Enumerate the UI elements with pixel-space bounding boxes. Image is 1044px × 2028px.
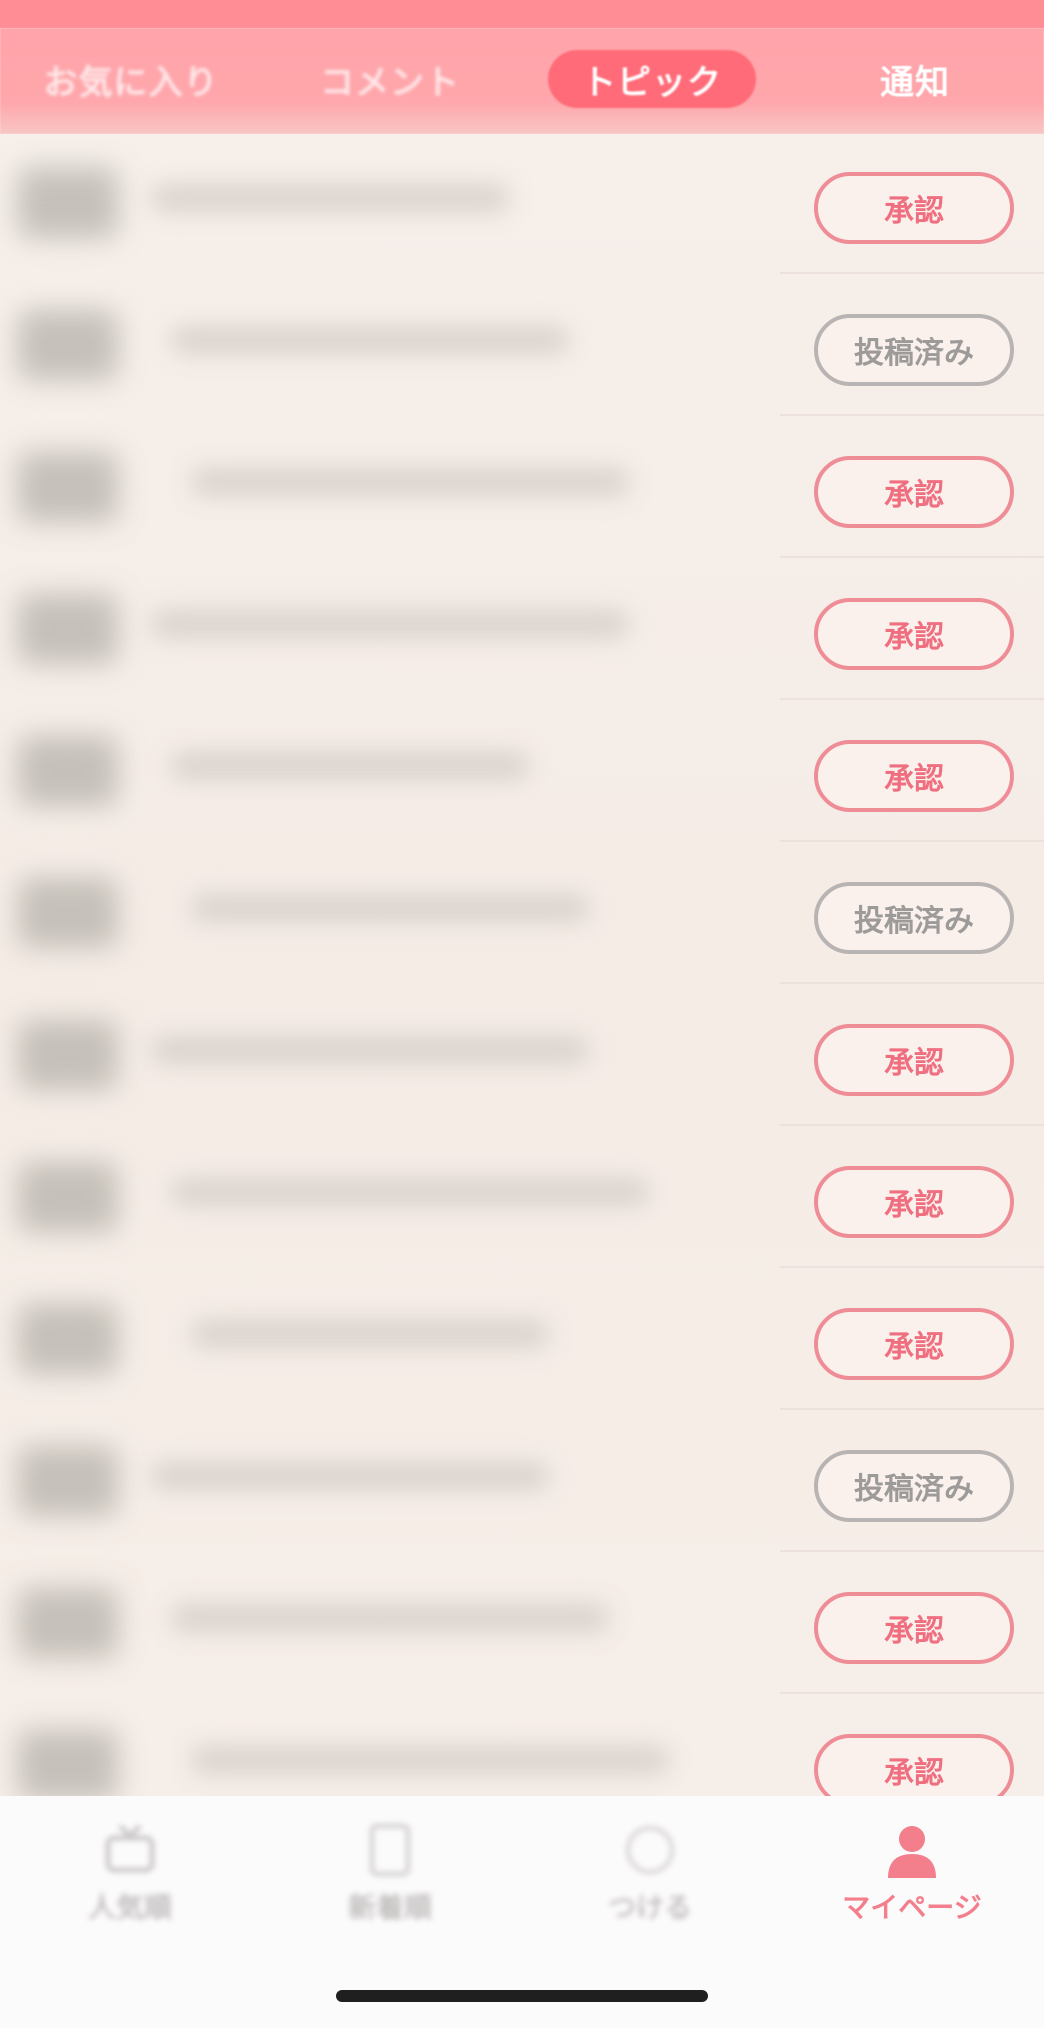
redacted-text — [170, 326, 570, 354]
redacted-text — [190, 468, 630, 496]
redacted-text — [170, 1604, 610, 1632]
redacted-text — [190, 1320, 550, 1348]
nav-new-label: 新着順 — [347, 1891, 432, 1924]
posted-button[interactable]: 投稿済み — [814, 1450, 1014, 1522]
approve-button[interactable]: 承認 — [814, 740, 1014, 812]
redacted-text — [150, 610, 630, 638]
approve-button[interactable]: 承認 — [814, 1024, 1014, 1096]
thumbnail-image — [18, 1446, 118, 1516]
list-item[interactable]: 承認 — [0, 1694, 1044, 1796]
thumbnail-image — [18, 878, 118, 948]
list-item[interactable]: 承認 — [0, 700, 1044, 842]
thumbnail-image — [18, 1020, 118, 1090]
nav-popular[interactable]: 人気順 — [30, 1822, 230, 1932]
redacted-text — [170, 752, 530, 780]
tab-comments[interactable]: コメント — [310, 50, 470, 108]
tab-topics[interactable]: トピック — [548, 50, 756, 108]
tab-notifications[interactable]: 通知 — [850, 50, 980, 108]
home-indicator — [336, 1990, 708, 2002]
list-item[interactable]: 承認 — [0, 416, 1044, 558]
list-item[interactable]: 承認 — [0, 558, 1044, 700]
document-icon — [362, 1822, 418, 1878]
thumbnail-image — [18, 1162, 118, 1232]
tab-favorites[interactable]: お気に入り — [36, 50, 226, 108]
approve-button[interactable]: 承認 — [814, 1734, 1014, 1796]
thumbnail-image — [18, 1304, 118, 1374]
list-item[interactable]: 承認 — [0, 134, 1044, 274]
approve-button[interactable]: 承認 — [814, 1308, 1014, 1380]
nav-attach[interactable]: つける — [550, 1822, 750, 1932]
redacted-text — [150, 1462, 550, 1490]
topic-list: 承認 投稿済み 承認 承認 承認 投稿済み 承認 承認 承認 投稿済み 承認 承認 — [0, 134, 1044, 1796]
redacted-text — [170, 1178, 650, 1206]
nav-mypage[interactable]: マイページ — [812, 1822, 1012, 1932]
posted-button[interactable]: 投稿済み — [814, 314, 1014, 386]
list-item[interactable]: 承認 — [0, 1126, 1044, 1268]
list-item[interactable]: 承認 — [0, 984, 1044, 1126]
approve-button[interactable]: 承認 — [814, 172, 1014, 244]
thumbnail-image — [18, 1730, 118, 1796]
list-item[interactable]: 承認 — [0, 1552, 1044, 1694]
list-item[interactable]: 承認 — [0, 1268, 1044, 1410]
thumbnail-image — [18, 168, 118, 238]
thumbnail-image — [18, 1588, 118, 1658]
thumbnail-image — [18, 452, 118, 522]
nav-attach-label: つける — [607, 1891, 692, 1924]
person-icon — [884, 1822, 940, 1878]
redacted-text — [190, 894, 590, 922]
approve-button[interactable]: 承認 — [814, 598, 1014, 670]
list-item[interactable]: 投稿済み — [0, 1410, 1044, 1552]
thumbnail-image — [18, 736, 118, 806]
status-bar — [0, 0, 1044, 28]
thumbnail-image — [18, 310, 118, 380]
nav-new[interactable]: 新着順 — [290, 1822, 490, 1932]
list-item[interactable]: 投稿済み — [0, 274, 1044, 416]
tab-bar: お気に入り コメント トピック 通知 — [0, 28, 1044, 134]
redacted-text — [150, 1036, 590, 1064]
redacted-text — [190, 1746, 670, 1774]
posted-button[interactable]: 投稿済み — [814, 882, 1014, 954]
nav-mypage-label: マイページ — [842, 1891, 982, 1924]
approve-button[interactable]: 承認 — [814, 456, 1014, 528]
approve-button[interactable]: 承認 — [814, 1592, 1014, 1664]
nav-popular-label: 人気順 — [87, 1891, 172, 1924]
circle-icon — [622, 1822, 678, 1878]
list-item[interactable]: 投稿済み — [0, 842, 1044, 984]
approve-button[interactable]: 承認 — [814, 1166, 1014, 1238]
thumbnail-image — [18, 594, 118, 664]
redacted-text — [150, 184, 510, 212]
tv-icon — [102, 1822, 158, 1878]
